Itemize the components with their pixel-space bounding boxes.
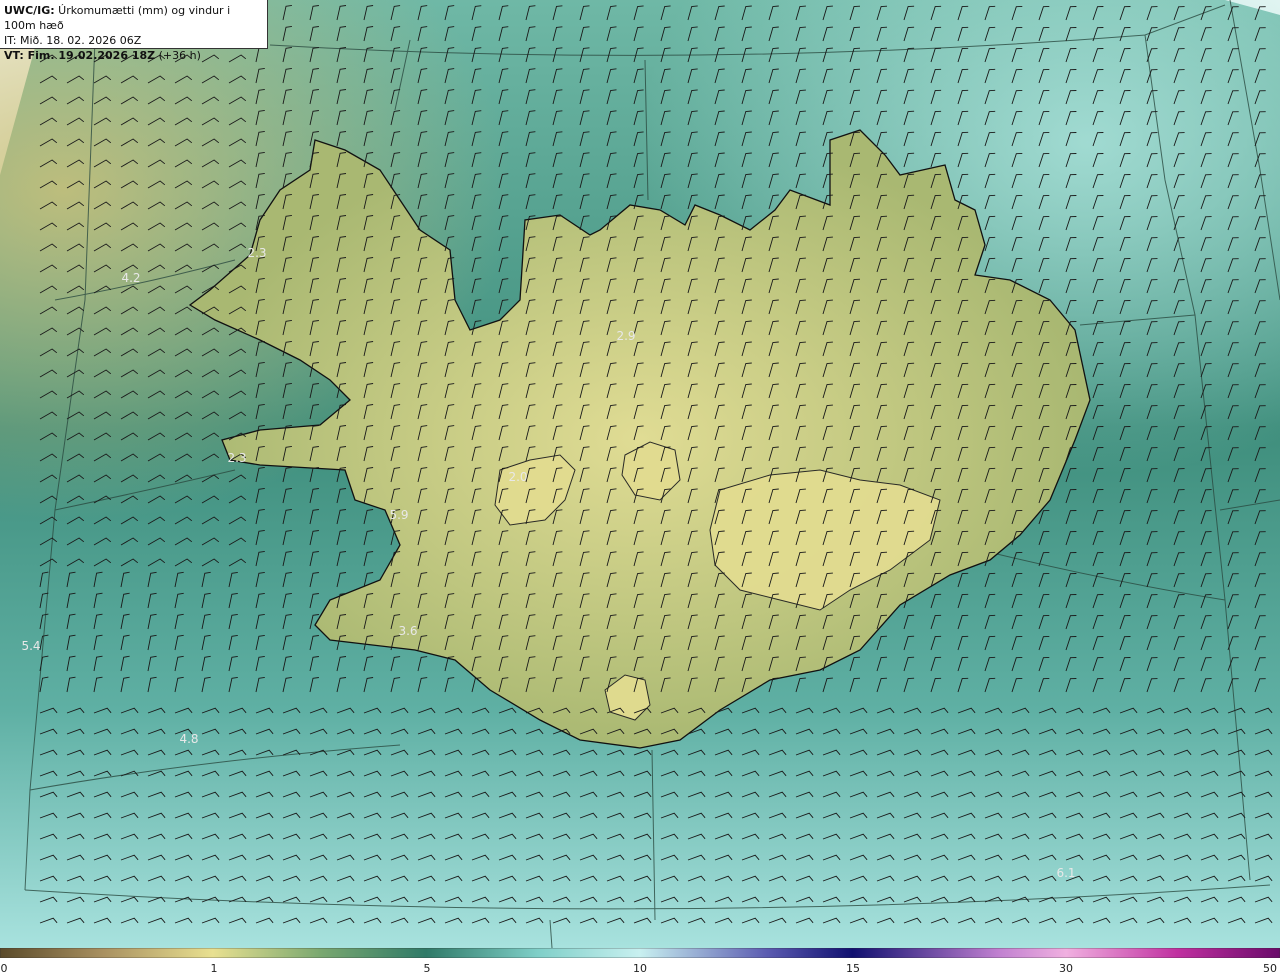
header-title: UWC/IG: Úrkomumætti (mm) og vindur i 100… [4,4,231,32]
value-label: 6.1 [1056,866,1076,880]
colorbar [0,948,1280,958]
map-header: UWC/IG: Úrkomumætti (mm) og vindur i 100… [0,0,268,62]
colorbar-tick: 0 [0,962,8,975]
colorbar-tick: 10 [633,962,647,975]
colorbar-tick: 15 [846,962,860,975]
header-init-time: IT: Mið. 18. 02. 2026 06Z [4,34,142,47]
value-label: 2.3 [227,451,247,465]
precipitation-wind-map [0,0,1280,948]
value-label: 5.9 [389,508,409,522]
value-label: 3.6 [398,624,418,638]
value-label: 4.8 [179,732,199,746]
header-valid-time: VT: Fim. 19.02.2026 18Z (+36 h) [4,49,201,62]
colorbar-tick: 1 [210,962,218,975]
value-label: 2.3 [247,246,267,260]
colorbar-tick: 30 [1059,962,1073,975]
colorbar-tick: 50 [1263,962,1277,975]
value-label: 5.4 [21,639,41,653]
value-label: 4.2 [121,271,141,285]
value-label: 2.9 [616,329,636,343]
value-label: 2.0 [508,470,528,484]
colorbar-tick: 5 [423,962,431,975]
